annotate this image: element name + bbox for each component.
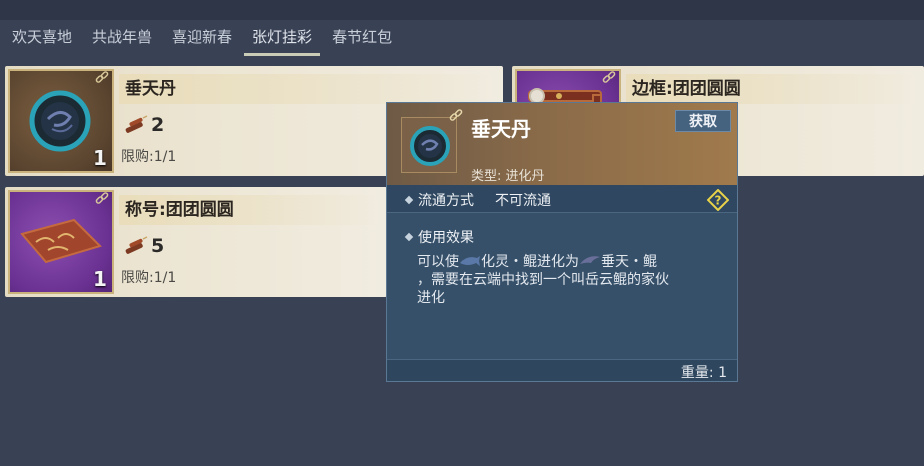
effect-label: 使用效果 <box>404 227 474 247</box>
link-icon <box>95 71 109 83</box>
item-tooltip: 垂天丹 类型: 进化丹 获取 流通方式 不可流通 ? 使用效果 可以使 化灵・鲲进… <box>386 102 738 382</box>
tooltip-item-type: 类型: 进化丹 <box>471 169 545 184</box>
tab-xi-ying-xin-chun[interactable]: 喜迎新春 <box>164 20 240 54</box>
tab-chun-jie-hong-bao[interactable]: 春节红包 <box>324 20 400 54</box>
tab-huan-tian-xi-di[interactable]: 欢天喜地 <box>4 20 80 54</box>
item-quantity: 1 <box>93 267 107 291</box>
firecracker-icon <box>125 236 148 254</box>
item-title: 边框:团团圆圆 <box>626 74 916 104</box>
circulation-label: 流通方式 <box>404 190 474 210</box>
top-bar <box>0 0 924 20</box>
category-tabs: 欢天喜地 共战年兽 喜迎新春 张灯挂彩 春节红包 <box>4 20 400 58</box>
tab-zhang-deng-gua-cai[interactable]: 张灯挂彩 <box>244 20 321 56</box>
item-price: 5 <box>123 235 164 257</box>
tooltip-footer: 重量: 1 <box>387 359 737 381</box>
tooltip-item-icon <box>401 117 457 173</box>
tooltip-header: 垂天丹 类型: 进化丹 获取 <box>387 103 737 185</box>
kun-bird-icon <box>580 256 600 264</box>
tab-gong-zhan-nian-shou[interactable]: 共战年兽 <box>84 20 160 54</box>
purchase-limit: 限购:1/1 <box>121 270 177 286</box>
item-price: 2 <box>123 114 164 136</box>
obtain-button[interactable]: 获取 <box>675 110 731 132</box>
dark-orb-icon <box>410 126 450 166</box>
help-icon[interactable]: ? <box>707 189 729 211</box>
firecracker-icon <box>125 115 148 133</box>
item-quantity: 1 <box>93 146 107 170</box>
circulation-value: 不可流通 <box>495 193 551 209</box>
circulation-row: 流通方式 不可流通 ? <box>387 185 737 213</box>
kun-fish-icon <box>460 256 480 266</box>
purchase-limit: 限购:1/1 <box>121 149 177 165</box>
tooltip-title: 垂天丹 <box>471 117 531 141</box>
svg-text:?: ? <box>715 194 722 208</box>
price-value: 5 <box>151 235 165 257</box>
effect-description: 可以使 化灵・鲲进化为 垂天・鲲 ，需要在云端中找到一个叫岳云鲲的家伙 进化 <box>417 254 669 306</box>
item-title: 称号:团团圆圆 <box>119 195 379 225</box>
item-title: 垂天丹 <box>119 74 495 104</box>
item-weight: 重量: 1 <box>680 365 727 381</box>
link-icon <box>95 192 109 204</box>
price-value: 2 <box>151 114 165 136</box>
link-icon <box>449 109 463 121</box>
link-icon <box>602 71 616 83</box>
shop-item-card[interactable]: 1 称号:团团圆圆 5 限购:1/1 <box>5 187 387 297</box>
